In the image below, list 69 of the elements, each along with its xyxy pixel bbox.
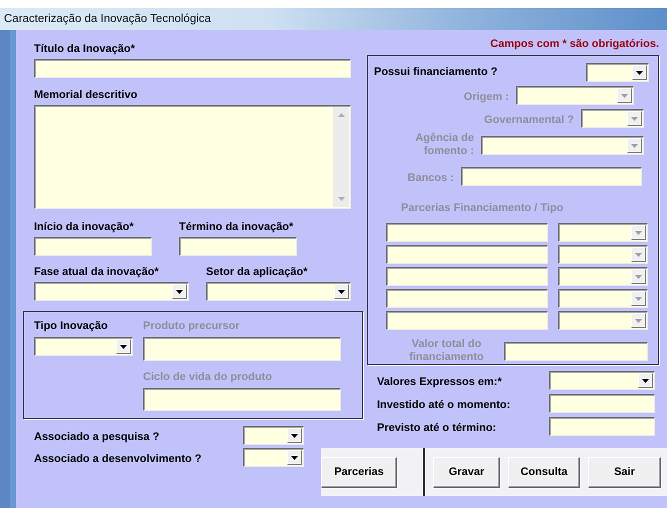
caret-icon xyxy=(635,252,642,256)
input-field[interactable] xyxy=(34,59,351,78)
field-label: Fase atual da inovação* xyxy=(34,266,160,279)
field-label: Valores Expressos em:* xyxy=(377,376,502,388)
input-field[interactable] xyxy=(143,388,341,411)
caret-icon xyxy=(635,318,642,322)
input-field[interactable] xyxy=(386,289,548,308)
field-label: Bancos : xyxy=(408,172,454,184)
scroll-down-icon xyxy=(338,197,344,201)
field-label: Associado a pesquisa ? xyxy=(34,430,160,442)
field-label: Término da inovação* xyxy=(179,221,294,234)
window-title: Caracterização da Inovação Tecnológica xyxy=(4,13,211,25)
caret-icon xyxy=(291,456,298,460)
caret-icon xyxy=(621,94,628,98)
button[interactable]: Parcerias xyxy=(321,456,397,488)
caret-icon xyxy=(642,378,649,382)
field-label: Título da Inovação* xyxy=(34,43,136,56)
caret-icon xyxy=(176,290,183,294)
field-label: Valor total do financiamento xyxy=(408,338,485,364)
field-label: Início da inovação* xyxy=(34,221,135,234)
caret-icon xyxy=(636,70,643,74)
field-label: Previsto até o término: xyxy=(377,422,496,434)
field-label: Produto precursor xyxy=(143,320,241,333)
input-field[interactable] xyxy=(386,267,548,286)
field-label: Parcerias Financiamento / Tipo xyxy=(401,202,564,215)
dropdown[interactable] xyxy=(549,371,655,390)
dropdown[interactable] xyxy=(243,448,304,467)
caret-icon xyxy=(631,144,638,148)
button[interactable]: Sair xyxy=(588,456,661,488)
field-label: Possui financiamento ? xyxy=(374,66,498,79)
dropdown[interactable] xyxy=(34,337,133,356)
field-label: Agência de fomento : xyxy=(414,132,474,158)
input-field[interactable] xyxy=(386,311,548,330)
dropdown[interactable] xyxy=(34,282,189,301)
field-label: Campos com * são obrigatórios. xyxy=(490,38,659,51)
field-label: Associado a desenvolvimento ? xyxy=(34,452,202,464)
input-field[interactable] xyxy=(179,237,297,256)
caret-icon xyxy=(120,344,127,348)
caret-icon xyxy=(631,116,638,120)
button[interactable]: Gravar xyxy=(433,456,500,488)
input-field[interactable] xyxy=(549,417,655,436)
caret-icon xyxy=(338,290,345,294)
field-label: Investido até o momento: xyxy=(377,398,510,410)
caret-icon xyxy=(291,434,298,438)
field-label: Origem : xyxy=(464,90,509,104)
dropdown[interactable] xyxy=(481,136,644,155)
button[interactable]: Consulta xyxy=(508,456,580,488)
field-label: Governamental ? xyxy=(484,114,574,126)
input-field[interactable] xyxy=(549,394,655,413)
dropdown[interactable] xyxy=(586,63,649,82)
field-label: Setor da aplicação* xyxy=(206,266,308,279)
input-field[interactable] xyxy=(143,337,341,361)
caret-icon xyxy=(635,230,642,234)
dropdown[interactable] xyxy=(243,426,304,445)
dropdown[interactable] xyxy=(581,109,644,128)
input-field[interactable] xyxy=(461,167,642,186)
field-label: Memorial descritivo xyxy=(34,89,138,102)
input-field[interactable] xyxy=(34,237,152,256)
field-label: Ciclo de vida do produto xyxy=(143,371,272,384)
field-label: Tipo Inovação xyxy=(34,320,109,333)
scroll-up-icon xyxy=(338,113,344,117)
caret-icon xyxy=(635,296,642,300)
dropdown[interactable] xyxy=(206,282,351,301)
input-field[interactable] xyxy=(386,245,548,264)
dropdown[interactable] xyxy=(516,86,634,105)
input-field[interactable] xyxy=(504,342,648,360)
caret-icon xyxy=(635,274,642,278)
scrollbar[interactable] xyxy=(333,107,349,207)
input-field[interactable] xyxy=(386,223,548,242)
